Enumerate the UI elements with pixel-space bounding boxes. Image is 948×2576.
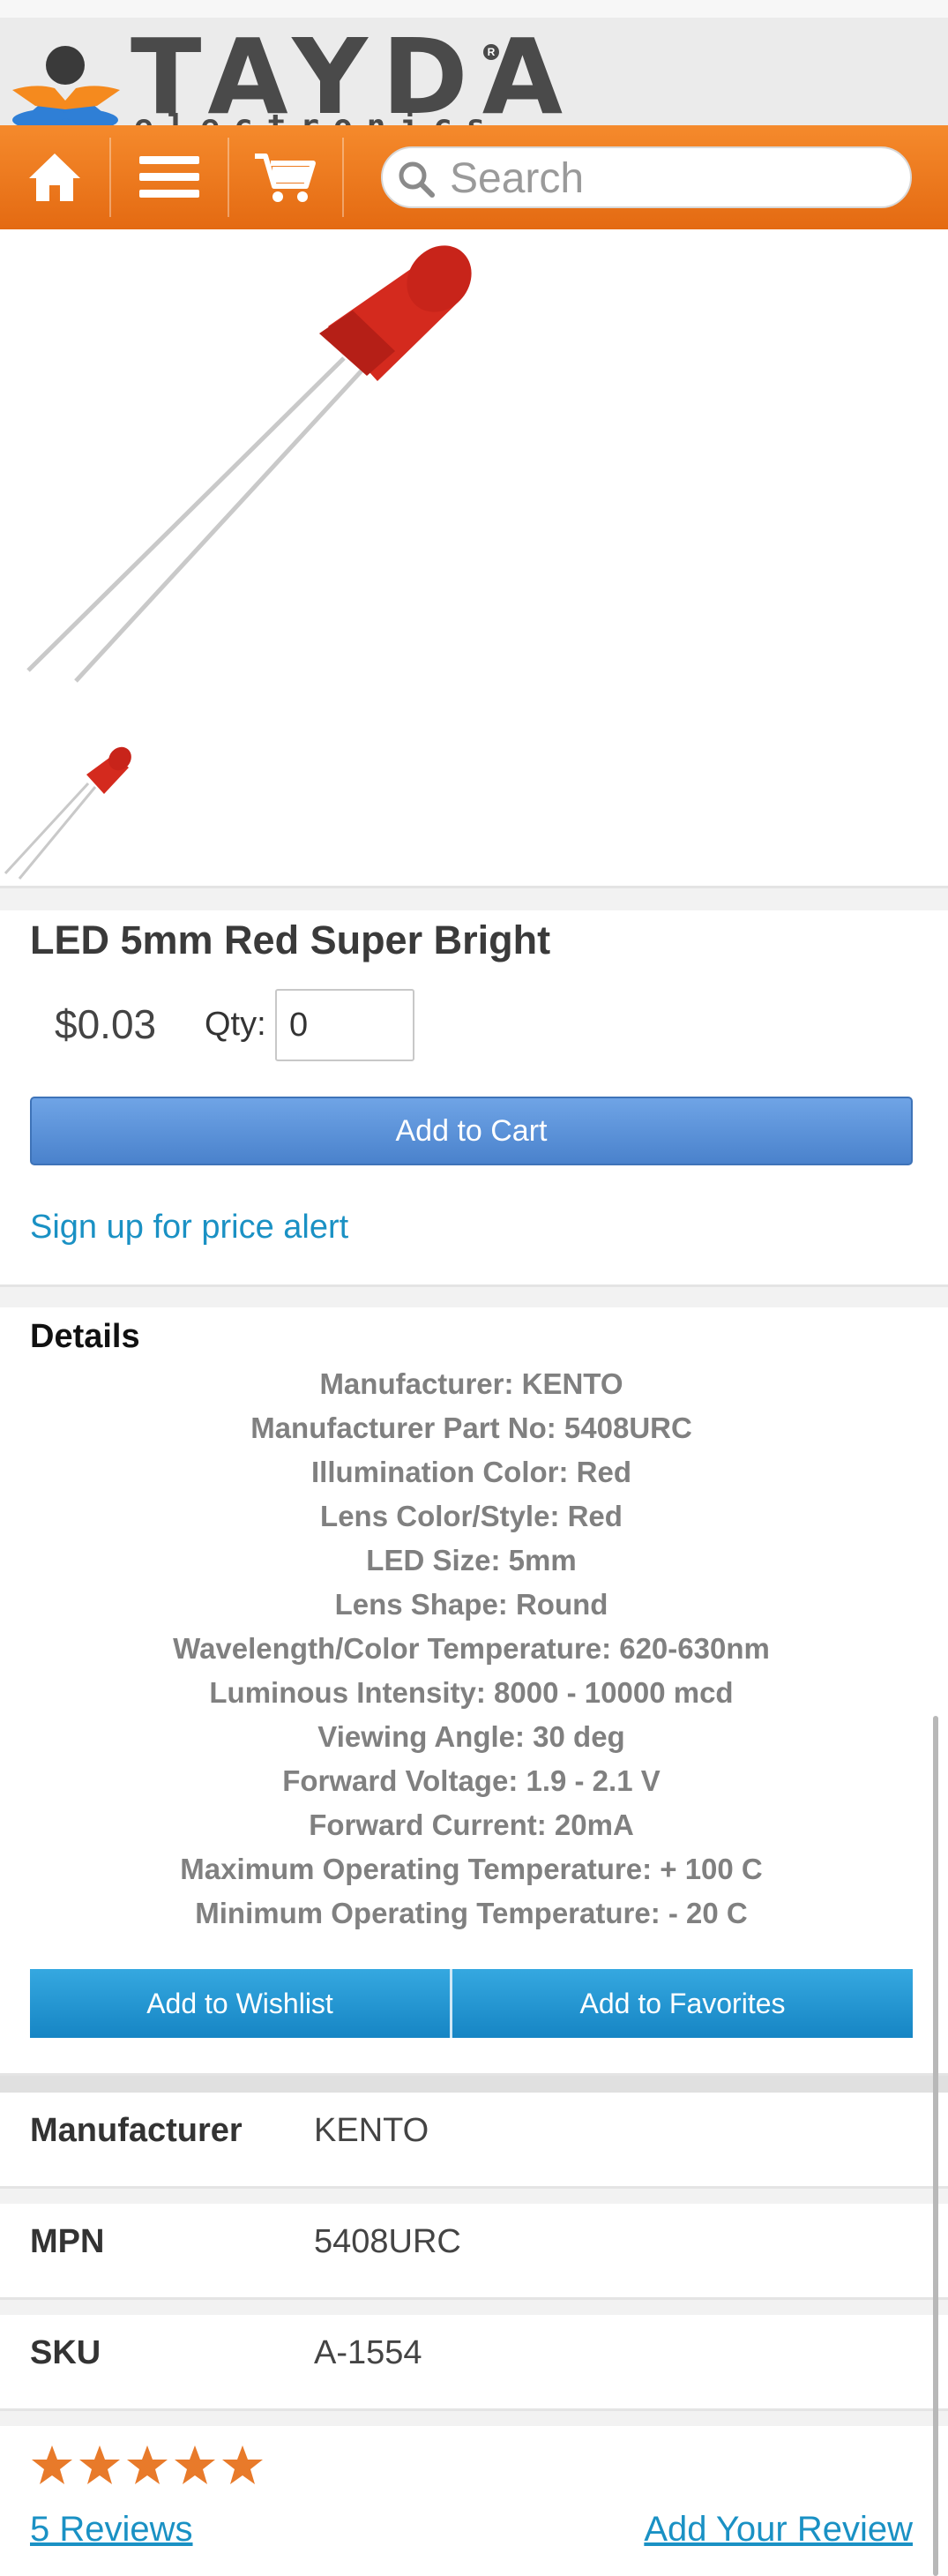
product-page: TAYDA electronics R [0, 0, 948, 2576]
home-icon [29, 154, 80, 201]
spec-line: Lens Shape: Round [334, 1588, 608, 1621]
scrollbar[interactable] [933, 1716, 938, 2576]
quantity-label: Qty: [205, 1006, 266, 1043]
section-divider [0, 1284, 948, 1307]
search-box[interactable] [381, 146, 912, 208]
attribute-value: A-1554 [314, 2334, 422, 2371]
spec-line: Forward Voltage: 1.9 - 2.1 V [282, 1764, 661, 1797]
search-input[interactable] [450, 152, 891, 205]
spec-line: Manufacturer Part No: 5408URC [250, 1412, 692, 1444]
spec-line: Illumination Color: Red [311, 1456, 631, 1488]
spec-list: Manufacturer: KENTO Manufacturer Part No… [30, 1362, 913, 1936]
star-icon [127, 2445, 168, 2484]
product-title: LED 5mm Red Super Bright [30, 917, 551, 962]
spec-line: Manufacturer: KENTO [319, 1367, 623, 1400]
spec-line: LED Size: 5mm [366, 1544, 577, 1576]
add-to-cart-button[interactable]: Add to Cart [30, 1097, 913, 1165]
product-price: $0.03 [55, 1001, 157, 1047]
details-heading: Details [30, 1318, 140, 1355]
add-review-link[interactable]: Add Your Review [644, 2510, 913, 2550]
attribute-value: KENTO [314, 2112, 429, 2149]
star-icon [32, 2445, 72, 2484]
search-icon [399, 161, 435, 198]
registered-mark: R [483, 44, 499, 60]
spec-line: Forward Current: 20mA [309, 1808, 634, 1841]
spec-line: Viewing Angle: 30 deg [317, 1720, 625, 1753]
product-image[interactable] [0, 235, 494, 729]
wishlist-actions: Add to Wishlist Add to Favorites [30, 1969, 913, 2038]
product-thumbnail[interactable] [0, 741, 141, 882]
star-icon [222, 2445, 263, 2484]
nav-divider [342, 138, 344, 217]
price-alert-link[interactable]: Sign up for price alert [30, 1209, 348, 1247]
spec-line: Wavelength/Color Temperature: 620-630nm [173, 1632, 770, 1665]
star-rating [30, 2444, 265, 2488]
attribute-label: MPN [30, 2223, 105, 2260]
star-icon [175, 2445, 215, 2484]
row-divider [0, 2297, 948, 2315]
star-icon [79, 2445, 120, 2484]
add-to-favorites-button[interactable]: Add to Favorites [452, 1969, 913, 2038]
cart-button[interactable] [229, 125, 342, 229]
add-to-wishlist-button[interactable]: Add to Wishlist [30, 1969, 452, 2038]
attribute-value: 5408URC [314, 2223, 461, 2260]
site-header: TAYDA electronics R [0, 0, 948, 143]
section-divider [0, 886, 948, 910]
row-divider [0, 2186, 948, 2204]
shopping-cart-icon [255, 154, 316, 202]
spec-line: Maximum Operating Temperature: + 100 C [180, 1853, 763, 1885]
attribute-label: Manufacturer [30, 2112, 243, 2149]
menu-button[interactable] [111, 125, 228, 229]
quantity-input[interactable] [275, 989, 414, 1061]
row-divider [0, 2408, 948, 2426]
section-divider [0, 2073, 948, 2093]
spec-line: Luminous Intensity: 8000 - 10000 mcd [209, 1676, 734, 1709]
attribute-label: SKU [30, 2334, 101, 2371]
home-button[interactable] [0, 125, 109, 229]
reviews-link[interactable]: 5 Reviews [30, 2510, 193, 2550]
hamburger-menu-icon [139, 156, 199, 198]
spec-line: Minimum Operating Temperature: - 20 C [195, 1897, 748, 1929]
nav-bar [0, 125, 948, 229]
spec-line: Lens Color/Style: Red [320, 1500, 623, 1532]
